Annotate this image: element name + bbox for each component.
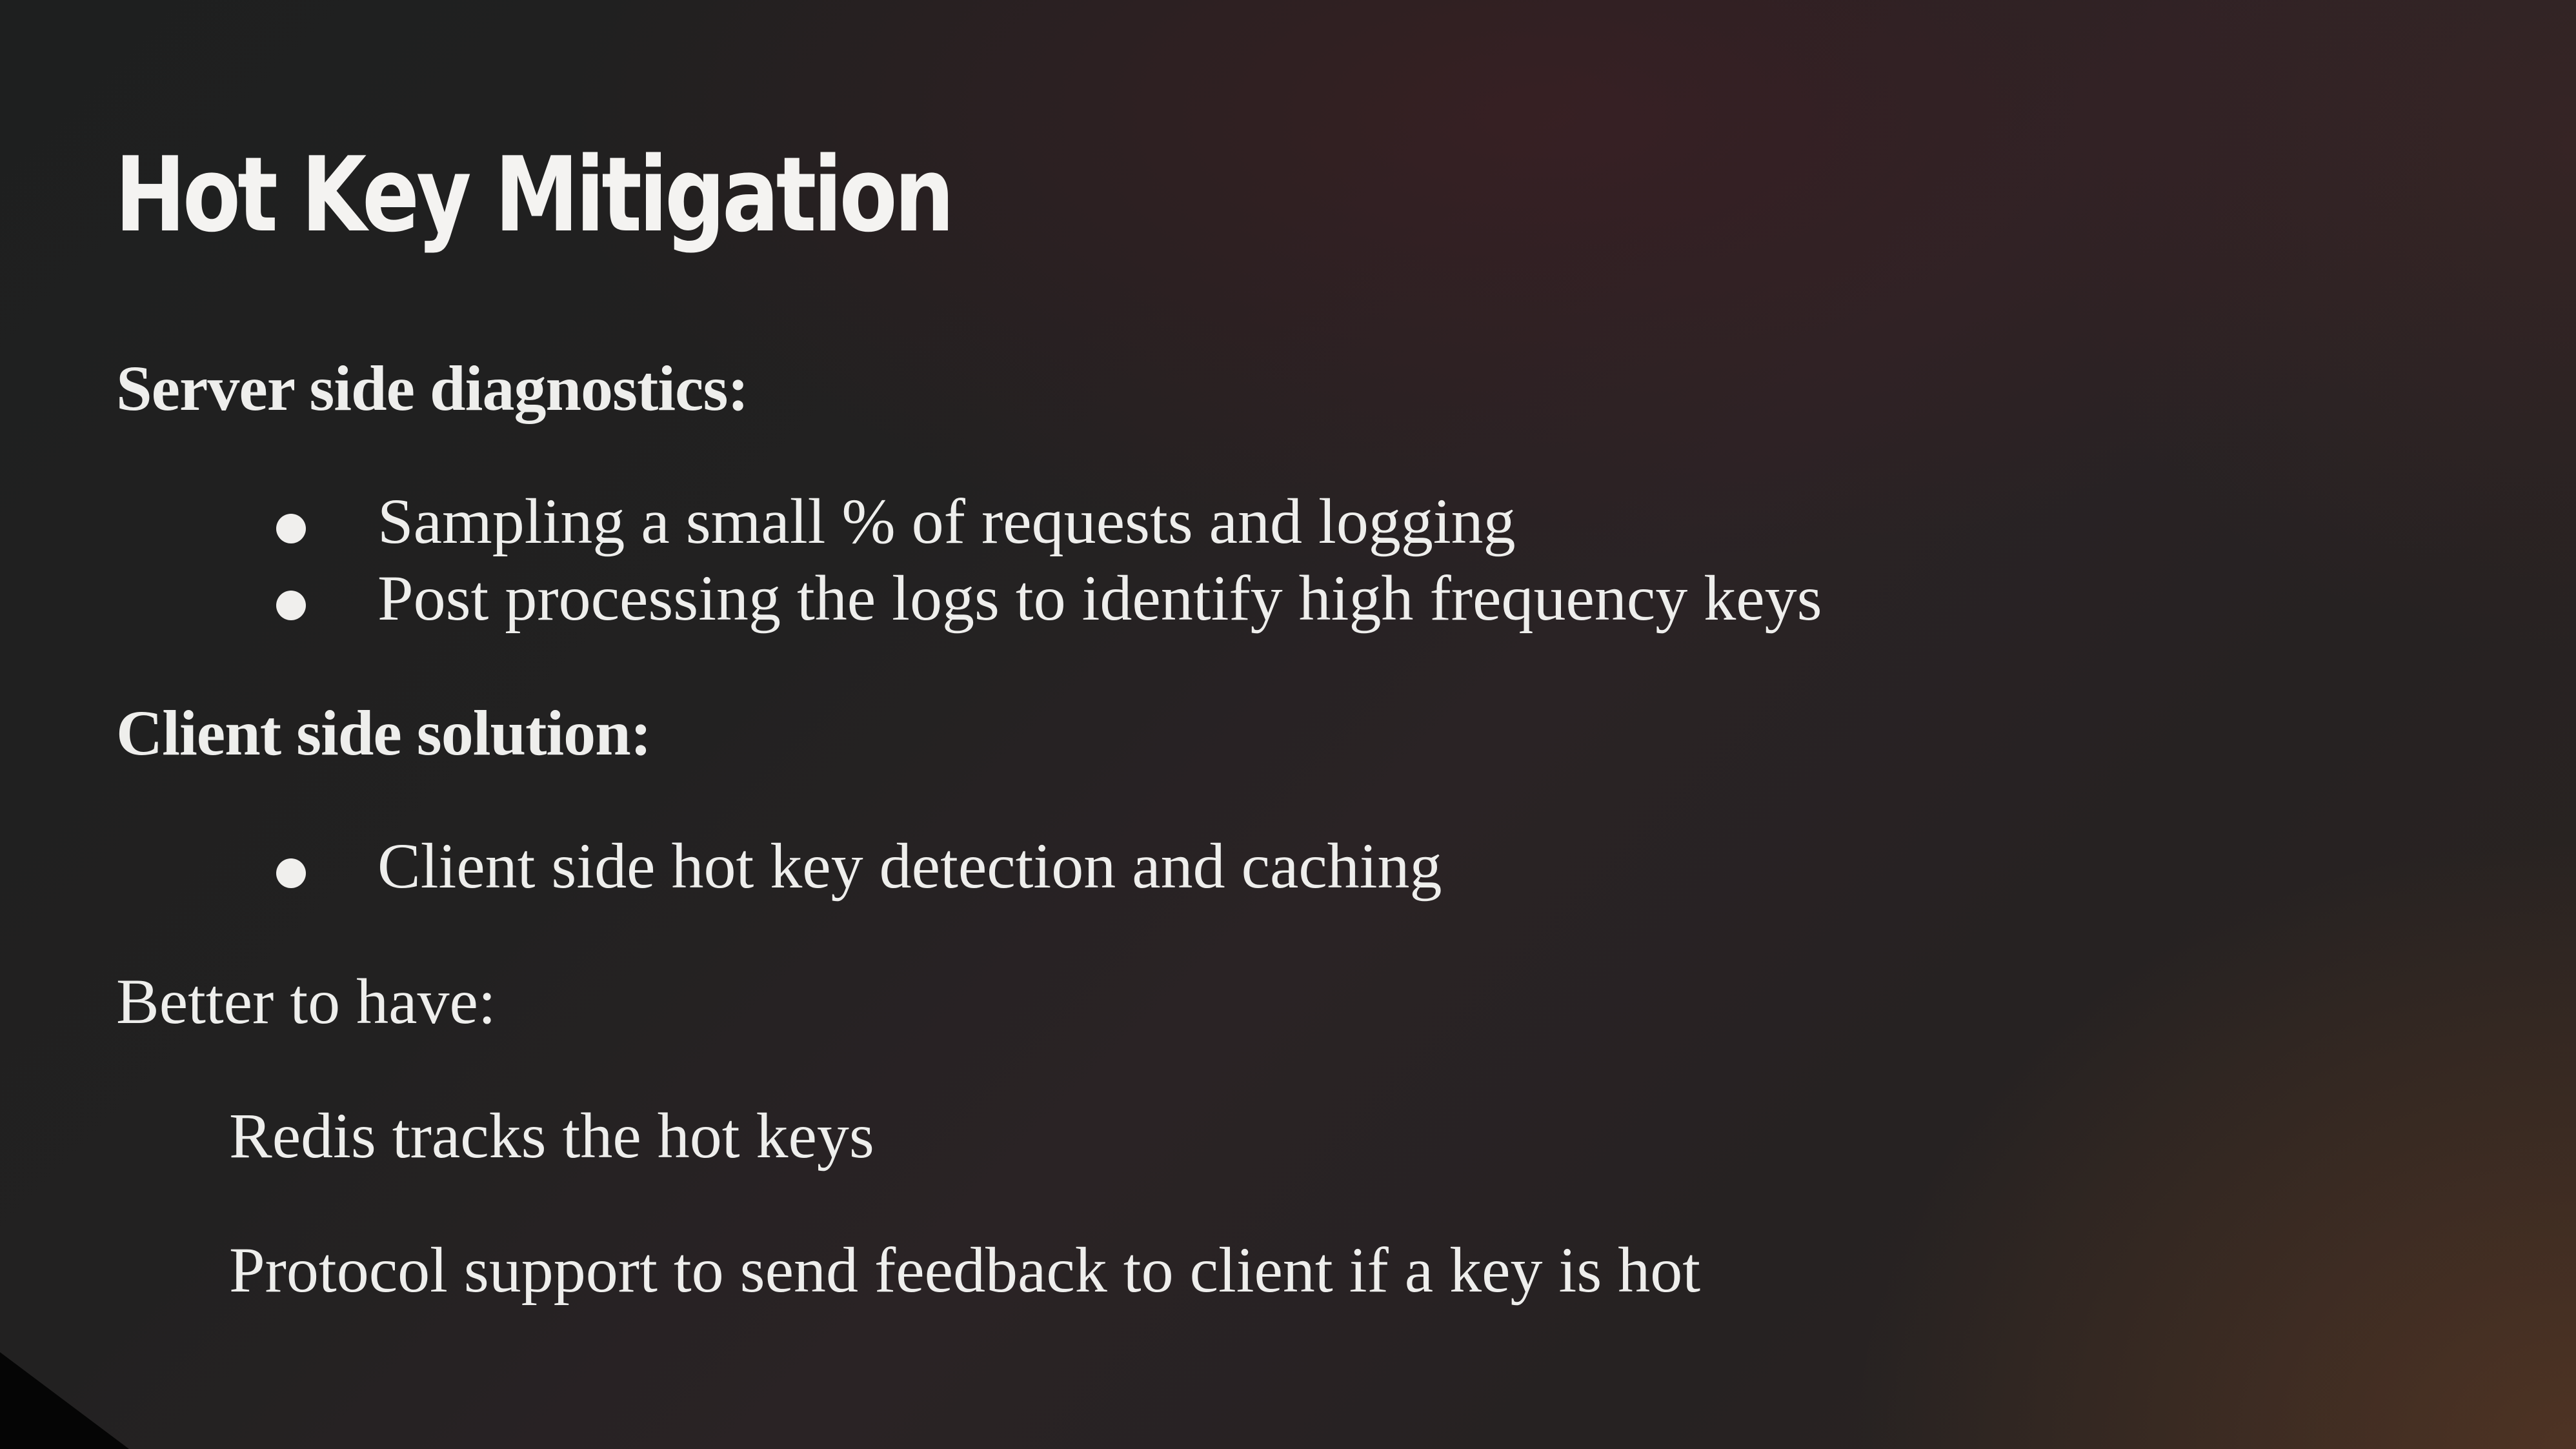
list-item: Protocol support to send feedback to cli…: [229, 1234, 1701, 1306]
bullet-item: Sampling a small % of requests and loggi…: [377, 485, 1516, 557]
section-heading-client-side: Client side solution:: [116, 697, 652, 769]
bullet-item: Client side hot key detection and cachin…: [377, 830, 1442, 902]
corner-shadow: [0, 1352, 129, 1449]
bullet-item: Post processing the logs to identify hig…: [377, 562, 1822, 634]
slide-title: Hot Key Mitigation: [115, 134, 954, 255]
bullet-dot: [276, 858, 306, 888]
presentation-slide: Hot Key Mitigation Server side diagnosti…: [0, 0, 2576, 1449]
bullet-dot: [276, 591, 306, 620]
section-heading-server-side: Server side diagnostics:: [116, 352, 749, 424]
bullet-dot: [276, 514, 306, 543]
list-item: Redis tracks the hot keys: [229, 1100, 874, 1171]
section-heading-better-to-have: Better to have:: [116, 966, 496, 1037]
